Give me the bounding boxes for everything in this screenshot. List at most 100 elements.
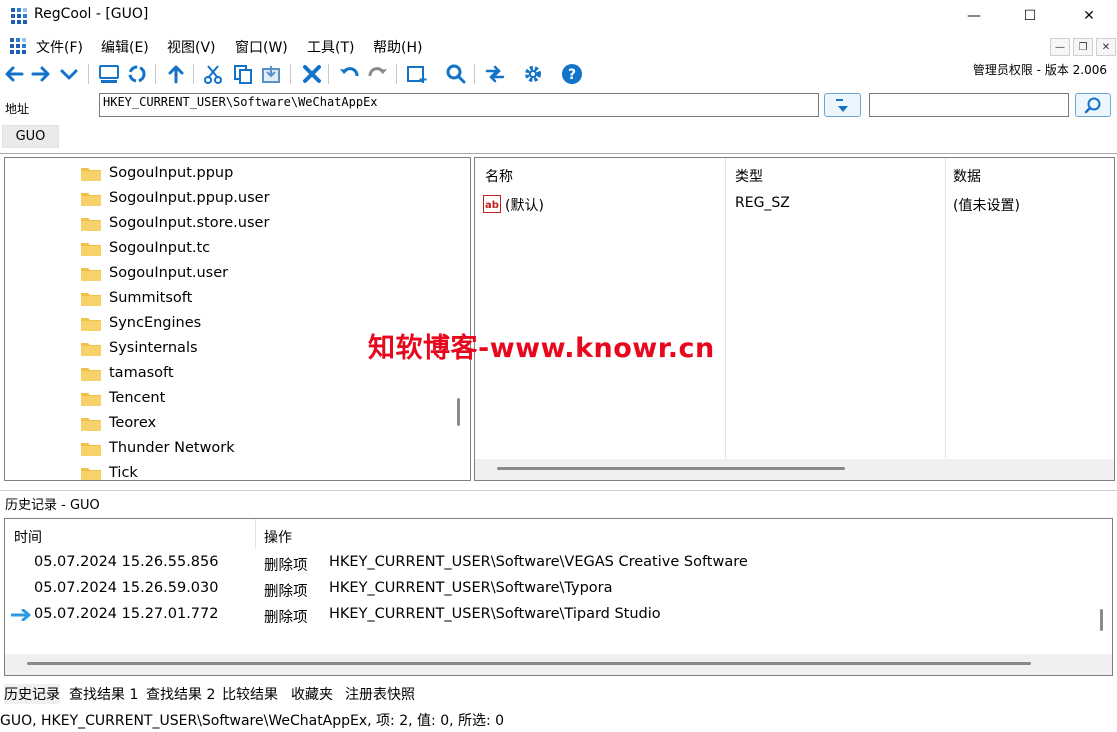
current-arrow-icon — [11, 609, 31, 621]
address-input[interactable]: HKEY_CURRENT_USER\Software\WeChatAppEx — [99, 93, 819, 117]
values-pane[interactable]: 名称 类型 数据 ab (默认) REG_SZ (值未设置) — [474, 157, 1115, 481]
column-header-name[interactable]: 名称 — [485, 166, 513, 186]
value-type: REG_SZ — [735, 195, 790, 211]
arrow-up-icon — [168, 65, 184, 84]
column-header-data[interactable]: 数据 — [953, 166, 981, 186]
mdi-restore-button[interactable]: ❐ — [1073, 38, 1093, 56]
tree-item[interactable]: Sysinternals — [81, 337, 198, 359]
history-pane[interactable]: 时间 操作 05.07.2024 15.26.55.856 删除项 HKEY_CUR… — [4, 518, 1113, 676]
history-row[interactable]: 05.07.2024 15.27.01.772 删除项 HKEY_CURRENT_U… — [5, 603, 1105, 627]
menu-bar: 文件(F) 编辑(E) 视图(V) 窗口(W) 工具(T) 帮助(H) — [0, 34, 1117, 58]
column-header-type[interactable]: 类型 — [735, 166, 763, 186]
go-button[interactable] — [824, 93, 861, 117]
menu-window[interactable]: 窗口(W) — [235, 37, 288, 57]
window-title: RegCool - [GUO] — [34, 6, 149, 22]
menu-view[interactable]: 视图(V) — [167, 37, 216, 57]
tree-item[interactable]: SogouInput.ppup.user — [81, 187, 270, 209]
tab-find-results-2[interactable]: 查找结果 2 — [146, 684, 215, 704]
search-input[interactable] — [869, 93, 1069, 117]
maximize-button[interactable]: ☐ — [1002, 0, 1058, 32]
tree-item[interactable]: SyncEngines — [81, 312, 201, 334]
tab-registry-snapshot[interactable]: 注册表快照 — [345, 684, 415, 704]
tab-compare-results[interactable]: 比较结果 — [222, 684, 278, 704]
mdi-minimize-button[interactable]: — — [1050, 38, 1070, 56]
computer-button[interactable] — [97, 62, 121, 86]
folder-icon — [81, 442, 101, 456]
folder-icon — [81, 192, 101, 206]
undo-icon — [340, 67, 359, 77]
divider — [0, 490, 1117, 491]
regcool-logo-icon — [11, 8, 27, 24]
search-icon — [446, 64, 466, 84]
svg-text:?: ? — [568, 67, 576, 83]
cut-button[interactable] — [201, 62, 225, 86]
copy-icon — [234, 65, 252, 84]
menu-help[interactable]: 帮助(H) — [373, 37, 422, 57]
tree-item[interactable]: SogouInput.store.user — [81, 212, 269, 234]
tab-history[interactable]: 历史记录 — [4, 684, 60, 704]
history-row[interactable]: 05.07.2024 15.26.55.856 删除项 HKEY_CURRENT_U… — [5, 551, 1105, 575]
watermark-text: 知软博客-www.knowr.cn — [368, 333, 715, 364]
history-dropdown-button[interactable] — [57, 62, 81, 86]
minimize-button[interactable]: — — [946, 0, 1002, 32]
folder-icon — [81, 217, 101, 231]
paste-button[interactable] — [259, 62, 283, 86]
history-row[interactable]: 05.07.2024 15.26.59.030 删除项 HKEY_CURRENT_U… — [5, 577, 1105, 601]
search-button[interactable] — [1075, 93, 1111, 117]
key-tree-pane[interactable]: SogouInput.ppup SogouInput.ppup.user Sogou… — [4, 157, 471, 481]
tree-item[interactable]: Thunder Network — [81, 437, 235, 459]
tree-item-label: SogouInput.user — [109, 265, 229, 281]
arrow-down-right-icon — [835, 99, 848, 112]
value-data: (值未设置) — [953, 198, 1020, 214]
tree-item-label: tamasoft — [109, 365, 174, 381]
history-vscroll-thumb[interactable] — [1100, 609, 1103, 631]
redo-icon — [368, 67, 387, 77]
tree-scrollbar[interactable] — [457, 398, 460, 426]
back-button[interactable] — [2, 62, 26, 86]
redo-button[interactable] — [366, 62, 390, 86]
menu-edit[interactable]: 编辑(E) — [101, 37, 149, 57]
settings-button[interactable] — [521, 62, 545, 86]
tree-item[interactable]: Tencent — [81, 387, 165, 409]
close-button[interactable]: ✕ — [1061, 0, 1117, 32]
search-icon — [1084, 97, 1101, 114]
undo-button[interactable] — [337, 62, 361, 86]
find-button[interactable] — [444, 62, 468, 86]
tab-favorites[interactable]: 收藏夹 — [291, 684, 333, 704]
help-button[interactable]: ? — [560, 62, 584, 86]
copy-button[interactable] — [231, 62, 255, 86]
menu-tools[interactable]: 工具(T) — [307, 37, 354, 57]
help-icon: ? — [562, 64, 582, 84]
refresh-button[interactable] — [125, 62, 149, 86]
tab-guo[interactable]: GUO — [2, 125, 59, 148]
column-header-time[interactable]: 时间 — [14, 527, 42, 547]
new-folder-icon — [407, 66, 427, 83]
tab-find-results-1[interactable]: 查找结果 1 — [69, 684, 138, 704]
menu-file[interactable]: 文件(F) — [36, 37, 83, 57]
arrow-left-icon — [5, 66, 24, 82]
tree-item[interactable]: SogouInput.user — [81, 262, 228, 284]
tree-item[interactable]: Teorex — [81, 412, 156, 434]
computer-icon — [99, 65, 119, 83]
mdi-close-button[interactable]: ✕ — [1096, 38, 1116, 56]
folder-icon — [81, 317, 101, 331]
address-label: 地址 — [5, 102, 30, 116]
tree-item[interactable]: SogouInput.ppup — [81, 162, 233, 184]
values-hscroll-track[interactable] — [475, 459, 1114, 480]
new-key-button[interactable] — [405, 62, 429, 86]
values-hscroll-thumb[interactable] — [497, 467, 845, 470]
folder-icon — [81, 267, 101, 281]
history-hscroll-thumb[interactable] — [27, 662, 1031, 665]
history-hscroll-track[interactable] — [5, 654, 1112, 675]
tree-item[interactable]: tamasoft — [81, 362, 174, 384]
tree-item[interactable]: Tick — [81, 462, 138, 480]
folder-icon — [81, 392, 101, 406]
tree-item[interactable]: Summitsoft — [81, 287, 192, 309]
regcool-logo-icon — [10, 38, 26, 54]
forward-button[interactable] — [29, 62, 53, 86]
delete-button[interactable] — [300, 62, 324, 86]
compare-button[interactable] — [483, 62, 507, 86]
go-up-button[interactable] — [164, 62, 188, 86]
column-header-operation[interactable]: 操作 — [264, 527, 292, 547]
tree-item[interactable]: SogouInput.tc — [81, 237, 210, 259]
